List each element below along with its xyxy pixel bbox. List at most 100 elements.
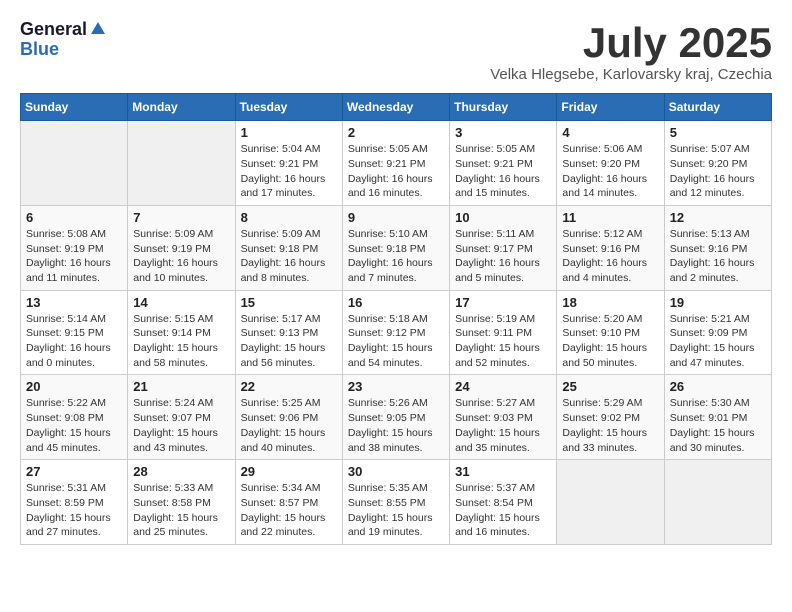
day-info: Sunrise: 5:12 AM Sunset: 9:16 PM Dayligh…: [562, 227, 658, 286]
day-info: Sunrise: 5:22 AM Sunset: 9:08 PM Dayligh…: [26, 396, 122, 455]
location-text: Velka Hlegsebe, Karlovarsky kraj, Czechi…: [490, 66, 772, 83]
day-number: 1: [241, 125, 337, 140]
day-info: Sunrise: 5:17 AM Sunset: 9:13 PM Dayligh…: [241, 312, 337, 371]
day-info: Sunrise: 5:10 AM Sunset: 9:18 PM Dayligh…: [348, 227, 444, 286]
logo-icon: [89, 20, 107, 38]
weekday-header: Thursday: [450, 94, 557, 121]
day-number: 13: [26, 295, 122, 310]
day-info: Sunrise: 5:11 AM Sunset: 9:17 PM Dayligh…: [455, 227, 551, 286]
day-number: 24: [455, 379, 551, 394]
calendar-day-cell: 19Sunrise: 5:21 AM Sunset: 9:09 PM Dayli…: [664, 290, 771, 375]
calendar-day-cell: 30 Sunrise: 5:35 AM Sunset: 8:55 PM Dayli…: [342, 460, 449, 545]
calendar-day-cell: 18 Sunrise: 5:20 AM Sunset: 9:10 PM Dayli…: [557, 290, 664, 375]
day-info: Sunrise: 5:29 AM Sunset: 9:02 PM Dayligh…: [562, 396, 658, 455]
day-number: 28: [133, 464, 229, 479]
logo-general-text: General: [20, 20, 87, 40]
calendar-day-cell: 6 Sunrise: 5:08 AM Sunset: 9:19 PM Daylig…: [21, 205, 128, 290]
day-info: Sunrise: 5:15 AM Sunset: 9:14 PM Dayligh…: [133, 312, 229, 371]
calendar-day-cell: 14 Sunrise: 5:15 AM Sunset: 9:14 PM Dayli…: [128, 290, 235, 375]
day-info: Sunrise: 5:14 AM Sunset: 9:15 PM Dayligh…: [26, 312, 122, 371]
day-number: 9: [348, 210, 444, 225]
day-info: Sunrise: 5:05 AM Sunset: 9:21 PM Dayligh…: [348, 142, 444, 201]
calendar-day-cell: [128, 121, 235, 206]
day-number: 10: [455, 210, 551, 225]
day-number: 14: [133, 295, 229, 310]
day-number: 22: [241, 379, 337, 394]
day-number: 4: [562, 125, 658, 140]
month-title: July 2025: [490, 20, 772, 66]
day-info: Sunrise: 5:09 AM Sunset: 9:19 PM Dayligh…: [133, 227, 229, 286]
day-number: 12: [670, 210, 766, 225]
calendar-day-cell: 27 Sunrise: 5:31 AM Sunset: 8:59 PM Dayli…: [21, 460, 128, 545]
day-number: 27: [26, 464, 122, 479]
day-number: 23: [348, 379, 444, 394]
calendar-week-row: 13 Sunrise: 5:14 AM Sunset: 9:15 PM Dayli…: [21, 290, 772, 375]
day-info: Sunrise: 5:13 AM Sunset: 9:16 PM Dayligh…: [670, 227, 766, 286]
calendar-day-cell: [664, 460, 771, 545]
calendar-header-row: SundayMondayTuesdayWednesdayThursdayFrid…: [21, 94, 772, 121]
weekday-header: Tuesday: [235, 94, 342, 121]
title-section: July 2025 Velka Hlegsebe, Karlovarsky kr…: [490, 20, 772, 83]
day-info: Sunrise: 5:34 AM Sunset: 8:57 PM Dayligh…: [241, 481, 337, 540]
calendar-week-row: 1 Sunrise: 5:04 AM Sunset: 9:21 PM Daylig…: [21, 121, 772, 206]
calendar-day-cell: 31 Sunrise: 5:37 AM Sunset: 8:54 PM Dayli…: [450, 460, 557, 545]
day-number: 17: [455, 295, 551, 310]
weekday-header: Wednesday: [342, 94, 449, 121]
day-info: Sunrise: 5:09 AM Sunset: 9:18 PM Dayligh…: [241, 227, 337, 286]
day-number: 7: [133, 210, 229, 225]
day-info: Sunrise: 5:24 AM Sunset: 9:07 PM Dayligh…: [133, 396, 229, 455]
day-info: Sunrise: 5:37 AM Sunset: 8:54 PM Dayligh…: [455, 481, 551, 540]
calendar-day-cell: 3 Sunrise: 5:05 AM Sunset: 9:21 PM Daylig…: [450, 121, 557, 206]
day-number: 11: [562, 210, 658, 225]
calendar-day-cell: 28 Sunrise: 5:33 AM Sunset: 8:58 PM Dayli…: [128, 460, 235, 545]
day-info: Sunrise: 5:07 AM Sunset: 9:20 PM Dayligh…: [670, 142, 766, 201]
day-info: Sunrise: 5:35 AM Sunset: 8:55 PM Dayligh…: [348, 481, 444, 540]
day-info: Sunrise: 5:05 AM Sunset: 9:21 PM Dayligh…: [455, 142, 551, 201]
calendar-day-cell: 16 Sunrise: 5:18 AM Sunset: 9:12 PM Dayli…: [342, 290, 449, 375]
day-number: 29: [241, 464, 337, 479]
calendar-week-row: 6 Sunrise: 5:08 AM Sunset: 9:19 PM Daylig…: [21, 205, 772, 290]
calendar-day-cell: 21 Sunrise: 5:24 AM Sunset: 9:07 PM Dayli…: [128, 375, 235, 460]
page-header: General Blue July 2025 Velka Hlegsebe, K…: [20, 20, 772, 83]
calendar-day-cell: 4Sunrise: 5:06 AM Sunset: 9:20 PM Daylig…: [557, 121, 664, 206]
calendar-week-row: 20Sunrise: 5:22 AM Sunset: 9:08 PM Dayli…: [21, 375, 772, 460]
day-number: 31: [455, 464, 551, 479]
calendar-day-cell: 29 Sunrise: 5:34 AM Sunset: 8:57 PM Dayli…: [235, 460, 342, 545]
calendar-day-cell: 20Sunrise: 5:22 AM Sunset: 9:08 PM Dayli…: [21, 375, 128, 460]
day-info: Sunrise: 5:33 AM Sunset: 8:58 PM Dayligh…: [133, 481, 229, 540]
calendar-day-cell: 7 Sunrise: 5:09 AM Sunset: 9:19 PM Daylig…: [128, 205, 235, 290]
weekday-header: Monday: [128, 94, 235, 121]
day-info: Sunrise: 5:27 AM Sunset: 9:03 PM Dayligh…: [455, 396, 551, 455]
day-number: 3: [455, 125, 551, 140]
calendar-table: SundayMondayTuesdayWednesdayThursdayFrid…: [20, 93, 772, 545]
day-number: 18: [562, 295, 658, 310]
day-info: Sunrise: 5:19 AM Sunset: 9:11 PM Dayligh…: [455, 312, 551, 371]
day-number: 15: [241, 295, 337, 310]
day-number: 30: [348, 464, 444, 479]
day-info: Sunrise: 5:30 AM Sunset: 9:01 PM Dayligh…: [670, 396, 766, 455]
day-number: 26: [670, 379, 766, 394]
calendar-day-cell: 24 Sunrise: 5:27 AM Sunset: 9:03 PM Dayli…: [450, 375, 557, 460]
day-number: 6: [26, 210, 122, 225]
calendar-day-cell: 25Sunrise: 5:29 AM Sunset: 9:02 PM Dayli…: [557, 375, 664, 460]
day-number: 8: [241, 210, 337, 225]
day-number: 5: [670, 125, 766, 140]
day-number: 21: [133, 379, 229, 394]
weekday-header: Friday: [557, 94, 664, 121]
day-info: Sunrise: 5:04 AM Sunset: 9:21 PM Dayligh…: [241, 142, 337, 201]
calendar-day-cell: 1 Sunrise: 5:04 AM Sunset: 9:21 PM Daylig…: [235, 121, 342, 206]
calendar-day-cell: 23Sunrise: 5:26 AM Sunset: 9:05 PM Dayli…: [342, 375, 449, 460]
calendar-day-cell: 8 Sunrise: 5:09 AM Sunset: 9:18 PM Daylig…: [235, 205, 342, 290]
day-number: 19: [670, 295, 766, 310]
day-info: Sunrise: 5:08 AM Sunset: 9:19 PM Dayligh…: [26, 227, 122, 286]
day-info: Sunrise: 5:31 AM Sunset: 8:59 PM Dayligh…: [26, 481, 122, 540]
calendar-day-cell: 22Sunrise: 5:25 AM Sunset: 9:06 PM Dayli…: [235, 375, 342, 460]
calendar-day-cell: 10 Sunrise: 5:11 AM Sunset: 9:17 PM Dayli…: [450, 205, 557, 290]
day-number: 16: [348, 295, 444, 310]
weekday-header: Sunday: [21, 94, 128, 121]
calendar-day-cell: 12 Sunrise: 5:13 AM Sunset: 9:16 PM Dayli…: [664, 205, 771, 290]
calendar-day-cell: 2Sunrise: 5:05 AM Sunset: 9:21 PM Daylig…: [342, 121, 449, 206]
day-info: Sunrise: 5:18 AM Sunset: 9:12 PM Dayligh…: [348, 312, 444, 371]
calendar-day-cell: 5 Sunrise: 5:07 AM Sunset: 9:20 PM Daylig…: [664, 121, 771, 206]
day-info: Sunrise: 5:20 AM Sunset: 9:10 PM Dayligh…: [562, 312, 658, 371]
